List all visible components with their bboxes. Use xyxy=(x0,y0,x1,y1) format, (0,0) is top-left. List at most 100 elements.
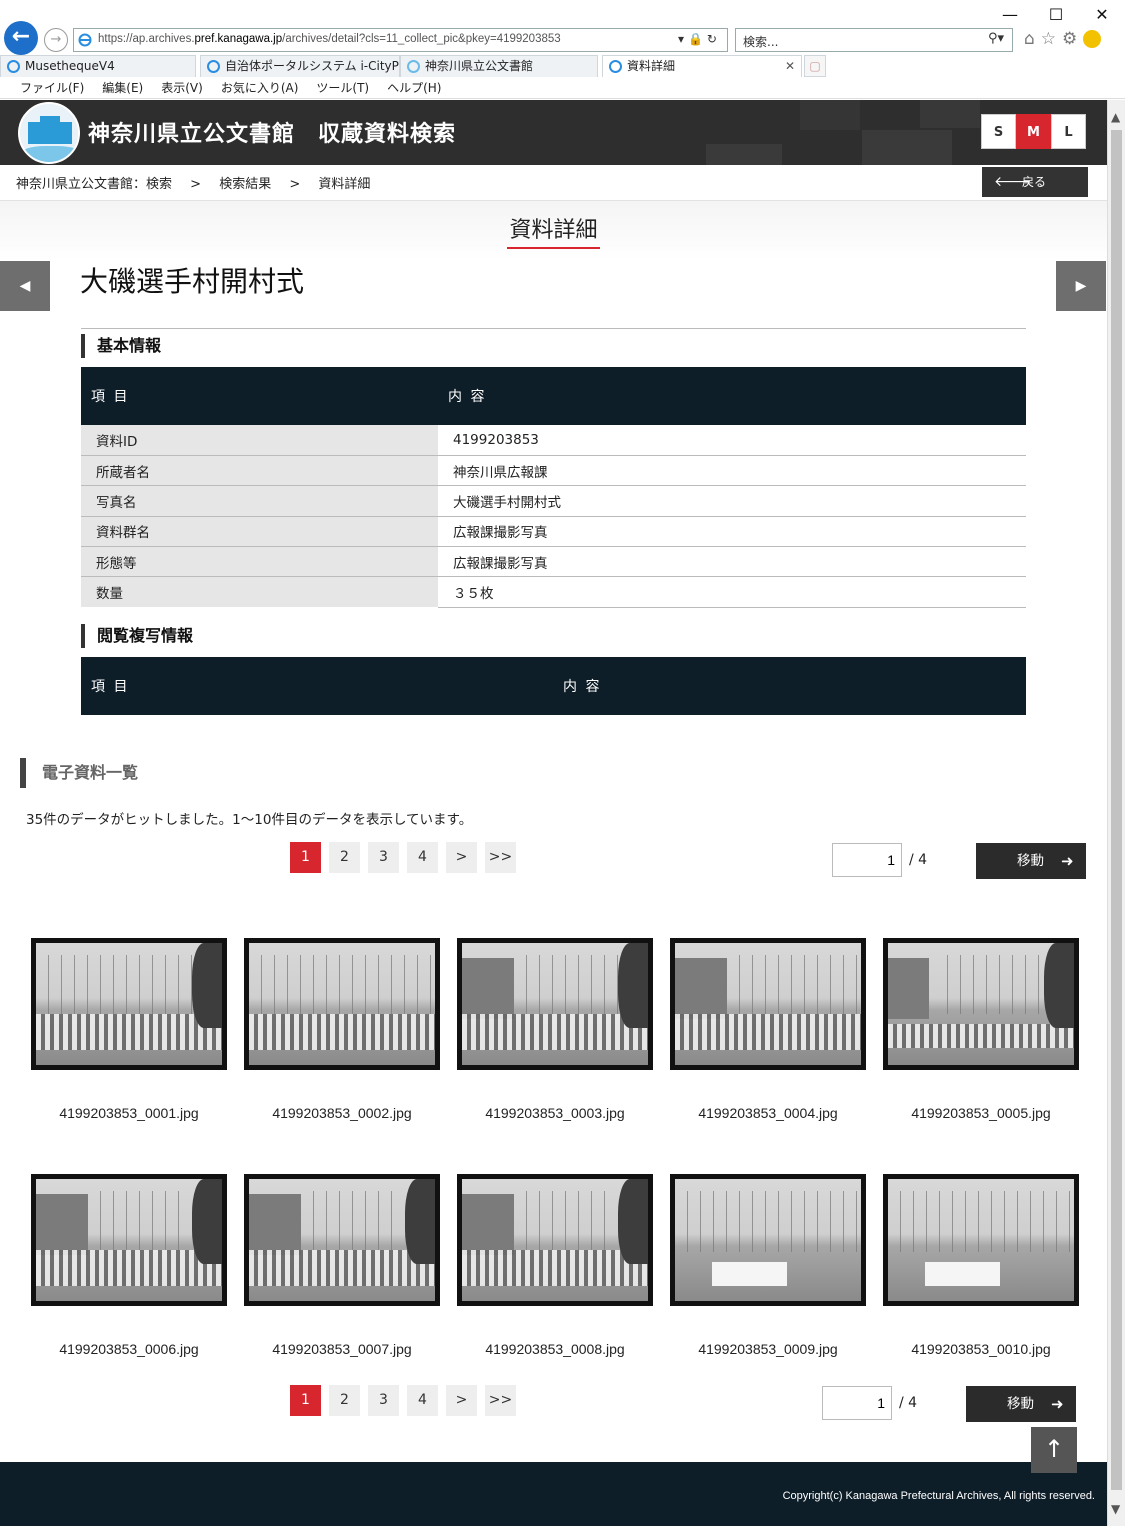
digital-list-title: 電子資料一覧 xyxy=(20,758,138,788)
page-heading: 資料詳細 xyxy=(0,212,1107,249)
menu-help[interactable]: ヘルプ(H) xyxy=(387,78,441,98)
back-arrow-icon[interactable]: ← xyxy=(4,21,38,55)
breadcrumb-separator: > xyxy=(289,177,301,192)
col-item-header: 項 目 xyxy=(81,367,438,425)
feedback-smiley-icon[interactable] xyxy=(1083,30,1102,48)
last-page-link[interactable]: >> xyxy=(485,842,516,873)
breadcrumb-results-link[interactable]: 検索結果 xyxy=(219,177,271,192)
archives-tab-icon xyxy=(407,60,420,73)
close-tab-icon[interactable]: ✕ xyxy=(785,56,795,76)
photo-thumbnail[interactable] xyxy=(670,938,866,1070)
tab-strip: MusethequeV4 自治体ポータルシステム i-CityPortal 神奈… xyxy=(0,55,1125,77)
photo-filename[interactable]: 4199203853_0002.jpg xyxy=(244,1105,440,1121)
photo-filename[interactable]: 4199203853_0005.jpg xyxy=(883,1105,1079,1121)
back-button[interactable]: 🡐 戻る xyxy=(982,167,1088,197)
address-bar[interactable]: https://ap.archives.pref.kanagawa.jp/arc… xyxy=(73,28,728,52)
menu-favorites[interactable]: お気に入り(A) xyxy=(221,78,299,98)
row-key: 資料ID xyxy=(81,425,438,456)
pagination-top: 1 2 3 4 > >> xyxy=(290,842,516,873)
forward-arrow-icon[interactable]: → xyxy=(44,28,68,52)
breadcrumb-search-link[interactable]: 神奈川県立公文書館：検索 xyxy=(16,177,172,192)
menu-tools[interactable]: ツール(T) xyxy=(316,78,369,98)
photo-filename[interactable]: 4199203853_0007.jpg xyxy=(244,1341,440,1357)
back-to-top-button[interactable]: ↑ xyxy=(1031,1427,1077,1473)
address-tools[interactable]: ▾🔒↻ xyxy=(678,32,721,46)
font-size-m-button[interactable]: M xyxy=(1016,114,1051,149)
close-window-button[interactable]: ✕ xyxy=(1079,4,1125,26)
page-1-link[interactable]: 1 xyxy=(290,1385,321,1416)
photo-thumbnail[interactable] xyxy=(244,938,440,1070)
copyright-text: Copyright(c) Kanagawa Prefectural Archiv… xyxy=(782,1490,1095,1502)
home-icon[interactable]: ⌂ xyxy=(1024,29,1035,49)
scrollbar-thumb[interactable] xyxy=(1111,130,1122,1490)
row-key: 資料群名 xyxy=(81,516,438,548)
maximize-button[interactable]: ☐ xyxy=(1033,4,1079,26)
ie-tab-icon xyxy=(207,60,220,73)
photo-filename[interactable]: 4199203853_0004.jpg xyxy=(670,1105,866,1121)
font-size-l-button[interactable]: L xyxy=(1051,114,1086,149)
page-4-link[interactable]: 4 xyxy=(407,842,438,873)
minimize-button[interactable]: — xyxy=(987,4,1033,26)
menu-file[interactable]: ファイル(F) xyxy=(20,78,84,98)
photo-filename[interactable]: 4199203853_0008.jpg xyxy=(457,1341,653,1357)
font-size-s-button[interactable]: S xyxy=(981,114,1016,149)
pagination-bottom: 1 2 3 4 > >> xyxy=(290,1385,516,1416)
scroll-down-icon[interactable]: ▼ xyxy=(1111,1502,1120,1516)
photo-thumbnail[interactable] xyxy=(670,1174,866,1306)
breadcrumb: 神奈川県立公文書館：検索 > 検索結果 > 資料詳細 xyxy=(16,173,384,192)
photo-filename[interactable]: 4199203853_0003.jpg xyxy=(457,1105,653,1121)
col-item-header: 項 目 xyxy=(81,657,553,715)
tab-musetheque[interactable]: MusethequeV4 xyxy=(0,55,196,77)
archives-logo[interactable] xyxy=(18,102,80,164)
photo-filename[interactable]: 4199203853_0010.jpg xyxy=(883,1341,1079,1357)
page-viewport: 神奈川県立公文書館 収蔵資料検索 S M L 神奈川県立公文書館：検索 > 検索… xyxy=(0,100,1107,1526)
new-tab-button[interactable]: ▢ xyxy=(804,55,826,77)
photo-filename[interactable]: 4199203853_0006.jpg xyxy=(31,1341,227,1357)
page-1-link[interactable]: 1 xyxy=(290,842,321,873)
previous-record-button[interactable]: ◀ xyxy=(0,261,50,311)
photo-thumbnail[interactable] xyxy=(457,1174,653,1306)
font-size-switcher: S M L xyxy=(981,114,1086,149)
page-3-link[interactable]: 3 xyxy=(368,842,399,873)
basic-info-title: 基本情報 xyxy=(81,334,161,358)
photo-thumbnail[interactable] xyxy=(457,938,653,1070)
table-row: 形態等 広報課撮影写真 xyxy=(81,546,1026,578)
table-header-row: 項 目 内 容 xyxy=(81,657,1026,715)
next-record-button[interactable]: ▶ xyxy=(1056,261,1106,311)
browser-search-box[interactable]: 検索... ⚲▾ xyxy=(735,28,1013,52)
page-number-input[interactable] xyxy=(822,1386,892,1420)
photo-thumbnail[interactable] xyxy=(244,1174,440,1306)
vertical-scrollbar[interactable]: ▲ ▼ xyxy=(1107,100,1125,1526)
photo-thumbnail[interactable] xyxy=(31,938,227,1070)
move-button[interactable]: 移動 ➜ xyxy=(966,1386,1076,1422)
page-4-link[interactable]: 4 xyxy=(407,1385,438,1416)
settings-gear-icon[interactable]: ⚙ xyxy=(1062,29,1077,49)
favorites-star-icon[interactable]: ☆ xyxy=(1041,29,1056,49)
scroll-up-icon[interactable]: ▲ xyxy=(1111,110,1120,124)
page-number-input[interactable] xyxy=(832,843,902,877)
row-value: 広報課撮影写真 xyxy=(438,546,1026,578)
total-pages: / 4 xyxy=(909,852,928,868)
photo-thumbnail[interactable] xyxy=(883,938,1079,1070)
tab-kanagawa-archives[interactable]: 神奈川県立公文書館 xyxy=(400,55,598,77)
next-page-link[interactable]: > xyxy=(446,842,477,873)
last-page-link[interactable]: >> xyxy=(485,1385,516,1416)
move-button[interactable]: 移動 ➜ xyxy=(976,843,1086,879)
photo-thumbnail[interactable] xyxy=(883,1174,1079,1306)
photo-thumbnail[interactable] xyxy=(31,1174,227,1306)
menu-edit[interactable]: 編集(E) xyxy=(102,78,143,98)
tab-document-detail[interactable]: 資料詳細 ✕ xyxy=(602,55,802,77)
page-2-link[interactable]: 2 xyxy=(329,842,360,873)
page-2-link[interactable]: 2 xyxy=(329,1385,360,1416)
search-icon[interactable]: ⚲▾ xyxy=(988,31,1004,46)
photo-filename[interactable]: 4199203853_0009.jpg xyxy=(670,1341,866,1357)
photo-filename[interactable]: 4199203853_0001.jpg xyxy=(31,1105,227,1121)
menu-view[interactable]: 表示(V) xyxy=(161,78,203,98)
row-key: 所蔵者名 xyxy=(81,455,438,487)
site-title[interactable]: 神奈川県立公文書館 収蔵資料検索 xyxy=(88,116,456,148)
page-3-link[interactable]: 3 xyxy=(368,1385,399,1416)
next-page-link[interactable]: > xyxy=(446,1385,477,1416)
ie-icon xyxy=(78,32,92,51)
page-jump-bottom: / 4 xyxy=(822,1386,917,1420)
tab-i-cityportal[interactable]: 自治体ポータルシステム i-CityPortal xyxy=(200,55,400,77)
